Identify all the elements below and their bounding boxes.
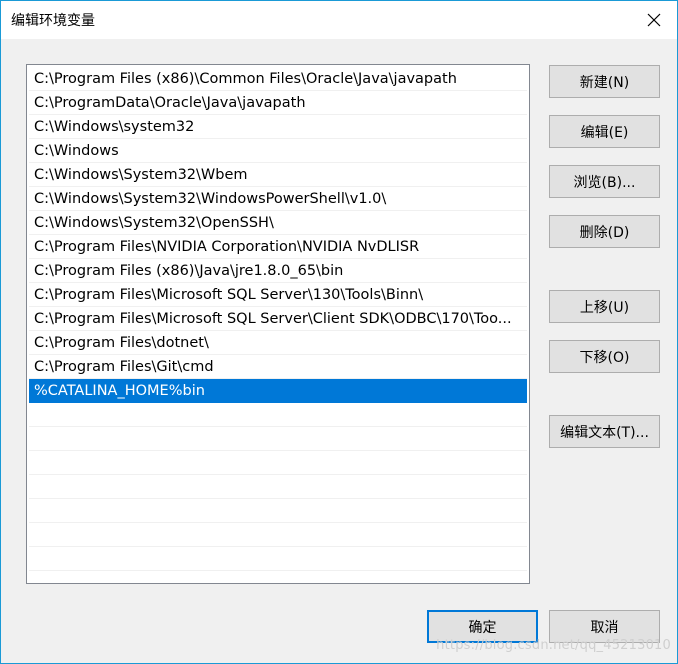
edit-env-variable-dialog: 编辑环境变量 C:\Program Files (x86)\Common Fil… (0, 0, 678, 664)
list-item[interactable]: C:\Program Files\Microsoft SQL Server\13… (29, 283, 527, 307)
path-list[interactable]: C:\Program Files (x86)\Common Files\Orac… (26, 64, 530, 584)
list-item[interactable]: C:\Program Files\dotnet\ (29, 331, 527, 355)
list-item-selected[interactable]: %CATALINA_HOME%bin (29, 379, 527, 403)
move-down-button[interactable]: 下移(O) (549, 340, 660, 373)
list-item[interactable]: C:\Windows\system32 (29, 115, 527, 139)
watermark: https://blog.csdn.net/qq_45213010 (436, 638, 671, 653)
list-item-empty[interactable] (29, 403, 527, 427)
browse-button[interactable]: 浏览(B)... (549, 165, 660, 198)
list-item-empty[interactable] (29, 427, 527, 451)
delete-button[interactable]: 删除(D) (549, 215, 660, 248)
list-item[interactable]: C:\Program Files (x86)\Java\jre1.8.0_65\… (29, 259, 527, 283)
move-up-button[interactable]: 上移(U) (549, 290, 660, 323)
edit-text-button[interactable]: 编辑文本(T)... (549, 415, 660, 448)
list-item[interactable]: C:\Program Files\NVIDIA Corporation\NVID… (29, 235, 527, 259)
list-item-empty[interactable] (29, 499, 527, 523)
list-item-empty[interactable] (29, 475, 527, 499)
list-item[interactable]: C:\ProgramData\Oracle\Java\javapath (29, 91, 527, 115)
close-icon (647, 13, 661, 27)
list-item[interactable]: C:\Windows (29, 139, 527, 163)
list-item[interactable]: C:\Program Files (x86)\Common Files\Orac… (29, 67, 527, 91)
edit-button[interactable]: 编辑(E) (549, 115, 660, 148)
list-item[interactable]: C:\Windows\System32\Wbem (29, 163, 527, 187)
list-item-empty[interactable] (29, 523, 527, 547)
new-button[interactable]: 新建(N) (549, 65, 660, 98)
close-button[interactable] (631, 1, 677, 39)
list-item[interactable]: C:\Windows\System32\OpenSSH\ (29, 211, 527, 235)
list-item[interactable]: C:\Program Files\Git\cmd (29, 355, 527, 379)
list-item[interactable]: C:\Program Files\Microsoft SQL Server\Cl… (29, 307, 527, 331)
list-item-empty[interactable] (29, 571, 527, 583)
list-item[interactable]: C:\Windows\System32\WindowsPowerShell\v1… (29, 187, 527, 211)
window-title: 编辑环境变量 (11, 13, 95, 29)
list-item-empty[interactable] (29, 451, 527, 475)
list-item-empty[interactable] (29, 547, 527, 571)
title-bar: 编辑环境变量 (1, 1, 677, 39)
